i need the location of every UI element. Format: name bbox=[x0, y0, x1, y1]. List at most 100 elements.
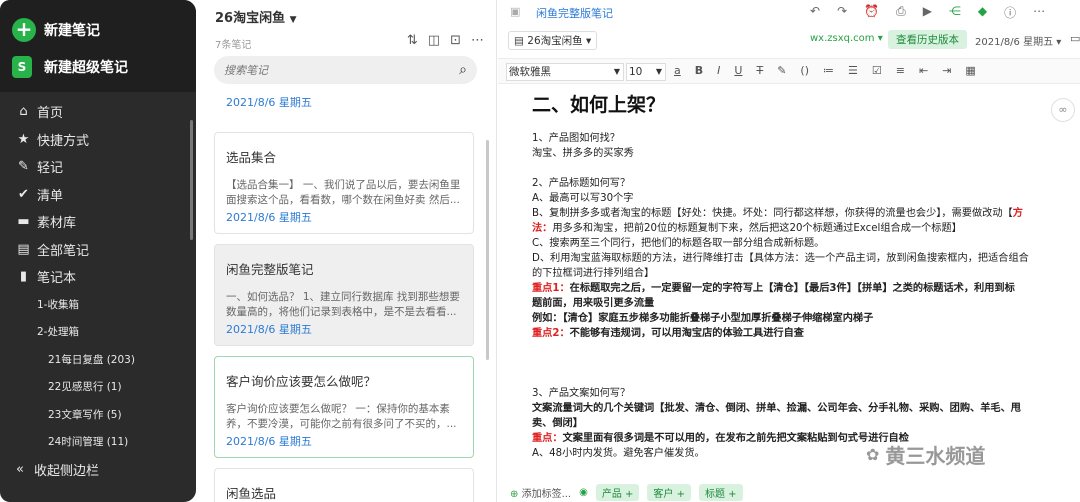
notebook-time-management[interactable]: 24时间管理 (11) bbox=[0, 428, 196, 456]
note-content[interactable]: 二、如何上架？ 1、产品图如何找？ 淘宝、拼多多的买家秀 2、产品标题如何写？ … bbox=[532, 90, 1052, 461]
content-line: 文案流量词大的几个关键词【批发、清仓、倒闭、拼单、捡漏、公司年会、分手礼物、采购… bbox=[532, 403, 1021, 414]
collapse-label: 收起侧边栏 bbox=[33, 464, 99, 479]
alarm-icon[interactable]: ⏰ bbox=[864, 4, 879, 21]
notebook-processing[interactable]: 2-处理箱 bbox=[0, 318, 196, 346]
table-icon[interactable]: ▦ bbox=[965, 64, 975, 77]
home-icon: ⌂ bbox=[19, 104, 28, 120]
bold-icon[interactable]: B bbox=[695, 64, 703, 77]
add-tag-button[interactable]: ⊕ 添加标签... bbox=[510, 485, 571, 500]
double-chevron-left-icon: « bbox=[16, 462, 24, 477]
search-icon[interactable]: ⌕ bbox=[459, 62, 467, 78]
notebook-title-dropdown[interactable]: 26淘宝闲鱼 ▼ bbox=[215, 7, 297, 26]
indent-icon[interactable]: ⇥ bbox=[942, 64, 951, 77]
note-card[interactable]: 选品集合 【选品合集一】 一、我们说了品以后，要去闲鱼里面搜索这个品，看看数，哪… bbox=[214, 132, 474, 234]
note-card-selected[interactable]: 闲鱼完整版笔记 一、如何选品？ 1、建立同行数据库 找到那些想要数量高的，将他们… bbox=[214, 244, 474, 346]
content-line: 例如：【清仓】家庭五步梯多功能折叠梯子小型加厚折叠梯子伸缩梯室内梯子 bbox=[532, 313, 874, 324]
notebook-daily-review[interactable]: 21每日复盘 (203) bbox=[0, 346, 196, 374]
share-icon[interactable]: ⋲ bbox=[949, 4, 961, 21]
notebook-select[interactable]: ▤ 26淘宝闲鱼 ▾ bbox=[508, 31, 598, 50]
numbered-list-icon[interactable]: ☰ bbox=[848, 64, 858, 77]
tag-chip[interactable]: 产品 + bbox=[595, 483, 640, 501]
new-super-note-button[interactable]: S 新建超级笔记 bbox=[12, 56, 128, 78]
emphasis-text: 重点1： bbox=[532, 283, 570, 294]
format-buttons: a B I U T ✎ () ≔ ☰ ☑ ≡ ⇤ ⇥ ▦ bbox=[674, 64, 976, 77]
underline-icon[interactable]: U bbox=[734, 64, 742, 77]
sort-icon[interactable]: ⇅ bbox=[407, 33, 418, 48]
size-select-label: 10 bbox=[629, 66, 643, 78]
note-meta-bar: ▤ 26淘宝闲鱼 ▾ wx.zsxq.com ▾ 查看历史版本 2021/8/6… bbox=[498, 28, 1080, 52]
sidebar-item-checklist[interactable]: ✔ 清单 bbox=[0, 181, 196, 209]
note-card[interactable]: 客户询价应该要怎么做呢？ 客户询价应该要怎么做呢？ 一：保持你的基本素养，不要冷… bbox=[214, 356, 474, 458]
folder-icon: ▬ bbox=[17, 214, 30, 230]
notebook-icon: ▮ bbox=[19, 269, 28, 285]
format-toolbar: 微软雅黑 ▼ 10 ▼ a B I U T ✎ () ≔ ☰ ☑ ≡ ⇤ ⇥ ▦ bbox=[498, 58, 1080, 84]
history-button[interactable]: 查看历史版本 bbox=[888, 30, 967, 49]
italic-icon[interactable]: I bbox=[717, 64, 720, 77]
sidebar-item-all-notes[interactable]: ▤ 全部笔记 bbox=[0, 236, 196, 264]
collapse-sidebar-button[interactable]: « 收起侧边栏 bbox=[16, 460, 99, 479]
sidebar-item-quicknote[interactable]: ✎ 轻记 bbox=[0, 153, 196, 181]
info-icon[interactable]: ⓘ bbox=[1004, 4, 1016, 21]
font-color-icon[interactable]: a bbox=[674, 64, 681, 77]
search-input[interactable] bbox=[224, 63, 424, 77]
strikethrough-icon[interactable]: T bbox=[756, 64, 763, 77]
sidebar-item-materials[interactable]: ▬ 素材库 bbox=[0, 208, 196, 236]
sidebar-item-notebooks[interactable]: ▮ 笔记本 bbox=[0, 263, 196, 291]
text-run: 文案里面有很多词是不可以用的，在发布之前先把文案粘贴到句式 bbox=[562, 433, 858, 444]
content-line: 重点1：在标题取完之后，一定要留一定的字符写上【清仓】【最后3件】【拼单】之类的… bbox=[532, 281, 1052, 296]
sidebar-item-label: 首页 bbox=[37, 106, 64, 122]
more-icon[interactable]: ⋯ bbox=[471, 33, 484, 48]
print-icon[interactable]: ⎙ bbox=[896, 4, 906, 21]
align-icon[interactable]: ≡ bbox=[896, 64, 905, 77]
list-scrollbar[interactable] bbox=[486, 140, 489, 360]
note-list-panel: 26淘宝闲鱼 ▼ 7条笔记 ⇅ ◫ ⊡ ⋯ ⌕ 2021/8/6 星期五 选品集… bbox=[205, 0, 497, 502]
notebook-label: 2-处理箱 bbox=[37, 326, 79, 339]
notebook-inbox[interactable]: 1-收集箱 bbox=[0, 291, 196, 319]
notebook-observations[interactable]: 22见感思行 (1) bbox=[0, 373, 196, 401]
search-bar: ⌕ bbox=[214, 56, 477, 84]
note-card[interactable]: 闲鱼选品 bbox=[214, 468, 474, 502]
content-line: 法：用多多和淘宝，把前20位的标题复制下来，然后把这20个标题通过Excel组合… bbox=[532, 221, 1052, 236]
sidebar-item-shortcuts[interactable]: ★ 快捷方式 bbox=[0, 126, 196, 154]
sidebar-item-label: 清单 bbox=[37, 188, 64, 204]
link-icon[interactable]: ∞ bbox=[1051, 98, 1075, 122]
highlight-icon[interactable]: ✎ bbox=[777, 64, 786, 77]
notebook-select-label: 26淘宝闲鱼 bbox=[527, 35, 583, 47]
lock-icon[interactable]: ⊡ bbox=[450, 33, 461, 48]
tag-chip[interactable]: 标题 + bbox=[698, 483, 743, 501]
tag-chip[interactable]: 客户 + bbox=[647, 483, 691, 501]
checkbox-icon[interactable]: ☑ bbox=[872, 64, 882, 77]
new-note-button[interactable]: + 新建笔记 bbox=[12, 18, 100, 42]
top-actions: ↶ ↷ ⏰ ⎙ ▶ ⋲ ◆ ⓘ ⋯ bbox=[810, 4, 1045, 21]
font-select[interactable]: 微软雅黑 ▼ bbox=[506, 63, 624, 81]
note-count: 7条笔记 bbox=[215, 40, 252, 51]
sidebar-item-label: 素材库 bbox=[37, 216, 77, 232]
note-date-dropdown[interactable]: 2021/8/6 星期五 ▾ bbox=[975, 33, 1061, 48]
outdent-icon[interactable]: ⇤ bbox=[919, 64, 928, 77]
note-card-title: 闲鱼完整版笔记 bbox=[226, 262, 314, 277]
present-icon[interactable]: ▶ bbox=[923, 4, 932, 21]
content-line: 重点2：不能够有违规词，可以用淘宝店的体验工具进行自查 bbox=[532, 326, 1052, 341]
sidebar-scrollbar[interactable] bbox=[190, 120, 193, 240]
sidebar-item-home[interactable]: ⌂ 首页 bbox=[0, 98, 196, 126]
source-url-label: wx.zsxq.com bbox=[810, 33, 875, 44]
code-icon[interactable]: () bbox=[800, 64, 809, 77]
redo-icon[interactable]: ↷ bbox=[837, 4, 847, 21]
tag-icon[interactable]: ▭ bbox=[1070, 32, 1080, 45]
bullet-list-icon[interactable]: ≔ bbox=[823, 64, 834, 77]
note-card-date: 2021/8/6 星期五 bbox=[226, 323, 312, 336]
notebook-writing[interactable]: 23文章写作 (5) bbox=[0, 401, 196, 429]
undo-icon[interactable]: ↶ bbox=[810, 4, 820, 21]
user-icon[interactable]: ◆ bbox=[978, 4, 987, 21]
note-title[interactable]: 闲鱼完整版笔记 bbox=[536, 5, 613, 21]
source-url[interactable]: wx.zsxq.com ▾ bbox=[810, 33, 883, 44]
size-select[interactable]: 10 ▼ bbox=[626, 63, 666, 81]
more-icon[interactable]: ⋯ bbox=[1033, 4, 1045, 21]
new-super-note-label: 新建超级笔记 bbox=[44, 60, 128, 76]
layout-icon[interactable]: ◫ bbox=[428, 33, 440, 48]
list-toolbar: ⇅ ◫ ⊡ ⋯ bbox=[407, 33, 484, 48]
content-line: 淘宝、拼多多的买家秀 bbox=[532, 148, 634, 159]
new-note-panel: + 新建笔记 S 新建超级笔记 bbox=[0, 0, 196, 92]
chevron-down-icon: ▼ bbox=[613, 67, 620, 76]
emphasis-text: 方 bbox=[1012, 208, 1023, 219]
